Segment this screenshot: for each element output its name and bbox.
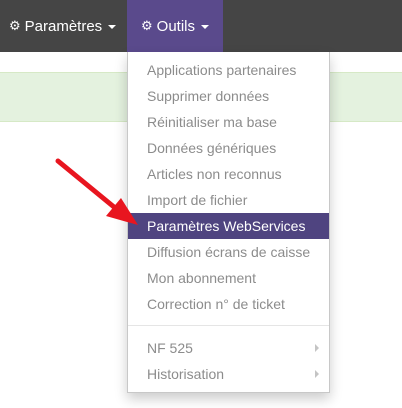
red-arrow-annotation xyxy=(55,158,138,225)
